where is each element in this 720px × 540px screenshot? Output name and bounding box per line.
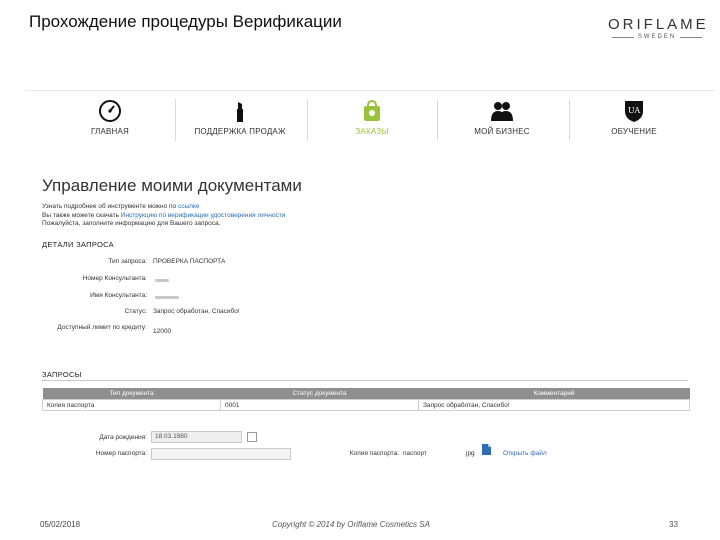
nav-item-home[interactable]: ГЛАВНАЯ <box>45 93 175 145</box>
logo-subtitle: SWEDEN <box>637 34 677 40</box>
nav-item-training[interactable]: UA ОБУЧЕНИЕ <box>569 93 699 145</box>
passport-copy-value: паспорт <box>403 450 427 457</box>
requests-divider <box>42 380 688 381</box>
col-header-comment: Комментарий <box>418 388 690 400</box>
file-extension: jpg <box>466 450 475 457</box>
passport-number-field[interactable] <box>151 448 291 460</box>
birth-date-label: Дата рождения: <box>99 434 147 441</box>
top-navbar: ГЛАВНАЯ ПОДДЕРЖКА ПРОДАЖ ЗАКАЗЫ МОЙ БИЗН… <box>25 90 715 147</box>
footer-date: 05/02/2018 <box>40 520 81 529</box>
consultant-number-label: Номер Консультанта: <box>82 275 147 282</box>
credit-limit-label: Доступный лимит по кредиту: <box>57 324 147 331</box>
consultant-name-label: Имя Консультанта: <box>90 292 147 299</box>
status-label: Статус: <box>124 308 147 315</box>
verification-guide-link[interactable]: Инструкцию по верификации удостоверения … <box>121 212 286 219</box>
birth-date-field[interactable]: 18.03.1980 <box>151 431 242 443</box>
nav-label-my-business: МОЙ БИЗНЕС <box>474 127 530 136</box>
col-header-doc-type: Тип документа <box>42 388 221 400</box>
footer-page-number: 33 <box>669 520 678 529</box>
footer-copyright: Copyright © 2014 by Oriflame Cosmetics S… <box>272 520 430 529</box>
page-heading: Управление моими документами <box>42 176 302 195</box>
university-shield-icon: UA <box>625 101 643 122</box>
nav-label-training: ОБУЧЕНИЕ <box>611 127 657 136</box>
consultant-number-redacted <box>155 279 169 282</box>
birth-date-checkbox[interactable] <box>247 432 257 442</box>
cell-doc-status: 0001 <box>220 399 419 411</box>
nav-item-sales-support[interactable]: ПОДДЕРЖКА ПРОДАЖ <box>175 93 305 145</box>
logo-wordmark: ORIFLAME <box>608 16 709 33</box>
screenshot-panel: ГЛАВНАЯ ПОДДЕРЖКА ПРОДАЖ ЗАКАЗЫ МОЙ БИЗН… <box>25 90 715 510</box>
nav-label-home: ГЛАВНАЯ <box>90 127 130 136</box>
nav-item-my-business[interactable]: МОЙ БИЗНЕС <box>437 93 567 145</box>
document-icon[interactable] <box>482 444 491 455</box>
requests-heading: ЗАПРОСЫ <box>42 370 82 379</box>
people-icon <box>491 102 513 121</box>
intro-line-1: Узнать подробнее об инструменте можно по <box>42 203 178 210</box>
intro-line-3: Пожалуйста, заполните информацию для Ваш… <box>42 220 221 227</box>
cell-comment: Запрос обработан, Спасибо! <box>418 399 690 411</box>
request-type-value: ПРОВЕРКА ПАСПОРТА <box>153 258 226 265</box>
passport-number-label: Номер паспорта: <box>95 450 147 457</box>
requests-table: Тип документа Статус документа Комментар… <box>42 388 690 411</box>
open-file-link[interactable]: Открыть файл <box>503 450 547 457</box>
instruction-link[interactable]: ссылке <box>178 203 200 210</box>
shopping-bag-icon <box>364 99 380 121</box>
passport-copy-label: Копия паспорта: <box>349 450 399 457</box>
cell-doc-type: Копия паспорта <box>42 399 221 411</box>
svg-text:UA: UA <box>628 106 640 115</box>
consultant-name-redacted <box>155 296 179 299</box>
credit-limit-value: 12000 <box>153 328 172 335</box>
lipstick-icon <box>237 102 243 122</box>
request-type-label: Тип запроса: <box>108 258 147 265</box>
table-row[interactable]: Копия паспорта 0001 Запрос обработан, Сп… <box>42 399 690 411</box>
slide-title: Прохождение процедуры Верификации <box>29 12 342 31</box>
speedometer-icon <box>99 100 121 122</box>
nav-label-sales-support: ПОДДЕРЖКА ПРОДАЖ <box>194 127 286 136</box>
nav-item-orders[interactable]: ЗАКАЗЫ <box>307 93 437 145</box>
oriflame-logo: ORIFLAME SWEDEN <box>608 16 706 40</box>
request-details-heading: ДЕТАЛИ ЗАПРОСА <box>42 240 114 249</box>
status-value: Запрос обработан, Спасибо! <box>153 308 240 315</box>
col-header-doc-status: Статус документа <box>220 388 419 400</box>
nav-label-orders: ЗАКАЗЫ <box>355 127 389 136</box>
intro-line-2: Вы также можете скачать <box>42 211 121 219</box>
intro-text: Узнать подробнее об инструменте можно по… <box>42 203 462 229</box>
